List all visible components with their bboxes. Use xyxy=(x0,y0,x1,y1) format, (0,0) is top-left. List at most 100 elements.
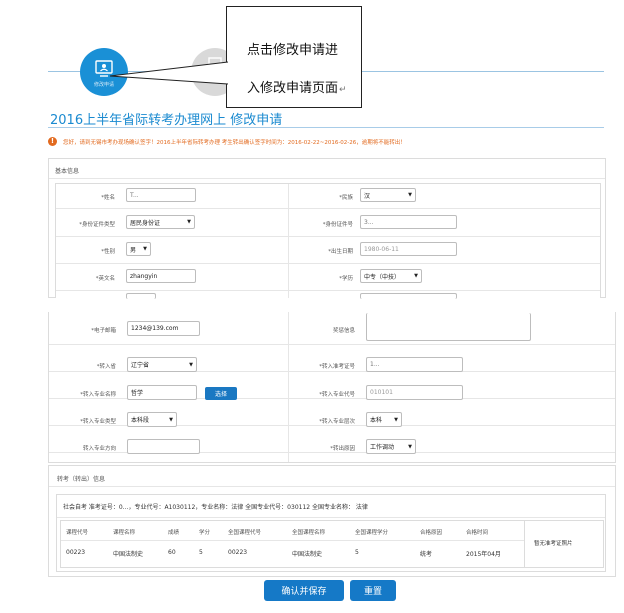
col-header: 合格原因 xyxy=(420,530,443,536)
prov-label: *转入省 xyxy=(96,364,116,370)
col-header: 成绩 xyxy=(168,530,180,536)
majorcode-field[interactable]: 010101 xyxy=(366,385,463,400)
reason-select[interactable]: 工作调动 ▼ xyxy=(366,439,416,454)
reward-label: 奖惩信息 xyxy=(332,328,355,334)
reset-button[interactable]: 重置 xyxy=(350,580,396,601)
ethnic-value: 汉 xyxy=(364,192,371,200)
ticket-field[interactable]: 1... xyxy=(366,357,463,372)
notice-text: 您好，请到无锡市考办现场确认签字！2016上半年省际转考办理 考生转出确认签字时… xyxy=(63,139,406,146)
chevron-down-icon: ▼ xyxy=(189,361,193,368)
reward-textarea[interactable] xyxy=(366,313,531,341)
cell: 统考 xyxy=(420,551,433,558)
cell: 60 xyxy=(168,549,176,556)
prov-select[interactable]: 辽宁省 ▼ xyxy=(127,357,197,372)
cell: 中国法制史 xyxy=(113,551,144,558)
grid-divider xyxy=(288,184,289,298)
callout-line-2: 入修改申请页面↵ xyxy=(247,77,347,96)
basic-info-panel: 基本信息 *姓名 T... *民族 汉 ▼ *身份证件类型 居民身份证 ▼ *身份证… xyxy=(48,158,606,299)
cell: 5 xyxy=(199,549,203,556)
ename-label: *英文名 xyxy=(95,276,115,282)
record-divider xyxy=(57,517,605,518)
edu-label: *学历 xyxy=(339,276,353,282)
cell: 5 xyxy=(355,549,359,556)
grid-row xyxy=(56,263,600,264)
chevron-down-icon: ▼ xyxy=(187,219,191,225)
level-select[interactable]: 本科 ▼ xyxy=(366,412,402,427)
name-field[interactable]: T... xyxy=(126,188,196,202)
reason-label: *转出原因 xyxy=(330,446,355,452)
grid-row xyxy=(56,236,600,237)
email-field[interactable]: 1234@139.com xyxy=(127,321,200,336)
ethnic-label: *民族 xyxy=(339,195,353,201)
major-label: *转入专业名称 xyxy=(80,392,116,398)
reason-value: 工作调动 xyxy=(370,444,395,451)
instruction-callout: 点击修改申请进 入修改申请页面↵ xyxy=(226,6,362,108)
idtype-value: 居民身份证 xyxy=(130,219,161,227)
partial-field[interactable] xyxy=(126,293,156,299)
notice-bar: ! 您好，请到无锡市考办现场确认签字！2016上半年省际转考办理 考生转出确认签… xyxy=(48,137,406,146)
callout-line-2-text: 入修改申请页面 xyxy=(247,81,339,96)
direction-label: 转入专业方向 xyxy=(82,446,116,452)
edu-select[interactable]: 中专（中技） ▼ xyxy=(360,269,422,283)
level-label: *转入专业层次 xyxy=(319,419,355,425)
cell: 中国法制史 xyxy=(292,551,323,558)
major-field[interactable]: 哲学 xyxy=(127,385,197,400)
warning-icon: ! xyxy=(48,137,57,146)
callout-line-1: 点击修改申请进 xyxy=(247,43,339,58)
section-divider xyxy=(49,178,605,179)
gender-select[interactable]: 男 ▼ xyxy=(126,242,151,256)
majortype-label: *转入专业类型 xyxy=(80,419,116,425)
photo-note: 暂无准考证照片 xyxy=(534,541,573,547)
chevron-down-icon: ▼ xyxy=(414,273,418,279)
transfer-section-title: 转考（转出）信息 xyxy=(57,476,106,483)
prov-value: 辽宁省 xyxy=(131,362,150,369)
edu-value: 中专（中技） xyxy=(364,273,401,281)
level-value: 本科 xyxy=(370,417,383,424)
col-header: 课程名称 xyxy=(113,530,136,536)
chevron-down-icon: ▼ xyxy=(408,192,412,198)
ethnic-select[interactable]: 汉 ▼ xyxy=(360,188,416,202)
direction-field[interactable] xyxy=(127,439,200,454)
majortype-value: 本科段 xyxy=(131,417,150,424)
section-divider xyxy=(49,486,615,487)
partial-field[interactable] xyxy=(360,293,457,299)
idno-label: *身份证件号 xyxy=(322,222,353,228)
grid-row xyxy=(56,290,600,291)
chevron-down-icon: ▼ xyxy=(408,443,412,450)
chevron-down-icon: ▼ xyxy=(394,416,398,423)
page-title: 2016上半年省际转考办理网上 修改申请 xyxy=(50,113,283,128)
grid-row xyxy=(56,208,600,209)
title-divider xyxy=(48,127,604,128)
grid-row xyxy=(49,344,615,345)
grid-divider xyxy=(288,312,289,462)
exam-info-text: 社会自考 准考证号：0...，专业代号：A1030112，专业名称：法律 全国专… xyxy=(63,504,368,511)
birth-field[interactable]: 1980-06-11 xyxy=(360,242,457,256)
col-header: 课程代号 xyxy=(66,530,89,536)
birth-label: *出生日期 xyxy=(328,249,353,255)
chevron-down-icon: ▼ xyxy=(169,416,173,423)
gender-value: 男 xyxy=(130,246,137,254)
col-header: 学分 xyxy=(199,530,211,536)
idtype-select[interactable]: 居民身份证 ▼ xyxy=(126,215,195,229)
col-header: 合格时间 xyxy=(466,530,489,536)
majorcode-label: *转入专业代号 xyxy=(319,392,355,398)
choose-major-button[interactable]: 选择 xyxy=(205,387,237,400)
ticket-label: *转入准考证号 xyxy=(319,364,355,370)
idtype-label: *身份证件类型 xyxy=(79,222,115,228)
email-label: *电子邮箱 xyxy=(91,328,116,334)
majortype-select[interactable]: 本科段 ▼ xyxy=(127,412,177,427)
cell: 00223 xyxy=(228,549,248,556)
save-button[interactable]: 确认并保存 xyxy=(264,580,344,601)
col-header: 全国课程代号 xyxy=(228,530,262,536)
callout-pointer xyxy=(109,61,229,85)
chevron-down-icon: ▼ xyxy=(143,246,147,252)
basic-section-title: 基本信息 xyxy=(55,168,80,175)
col-header: 全国课程名称 xyxy=(292,530,326,536)
cell: 00223 xyxy=(66,549,86,556)
col-header: 全国课程学分 xyxy=(355,530,389,536)
ename-field[interactable]: zhangyin xyxy=(126,269,196,283)
name-label: *姓名 xyxy=(101,195,115,201)
idno-field[interactable]: 3... xyxy=(360,215,457,229)
cell: 2015年04月 xyxy=(466,551,501,558)
return-mark: ↵ xyxy=(339,85,347,95)
